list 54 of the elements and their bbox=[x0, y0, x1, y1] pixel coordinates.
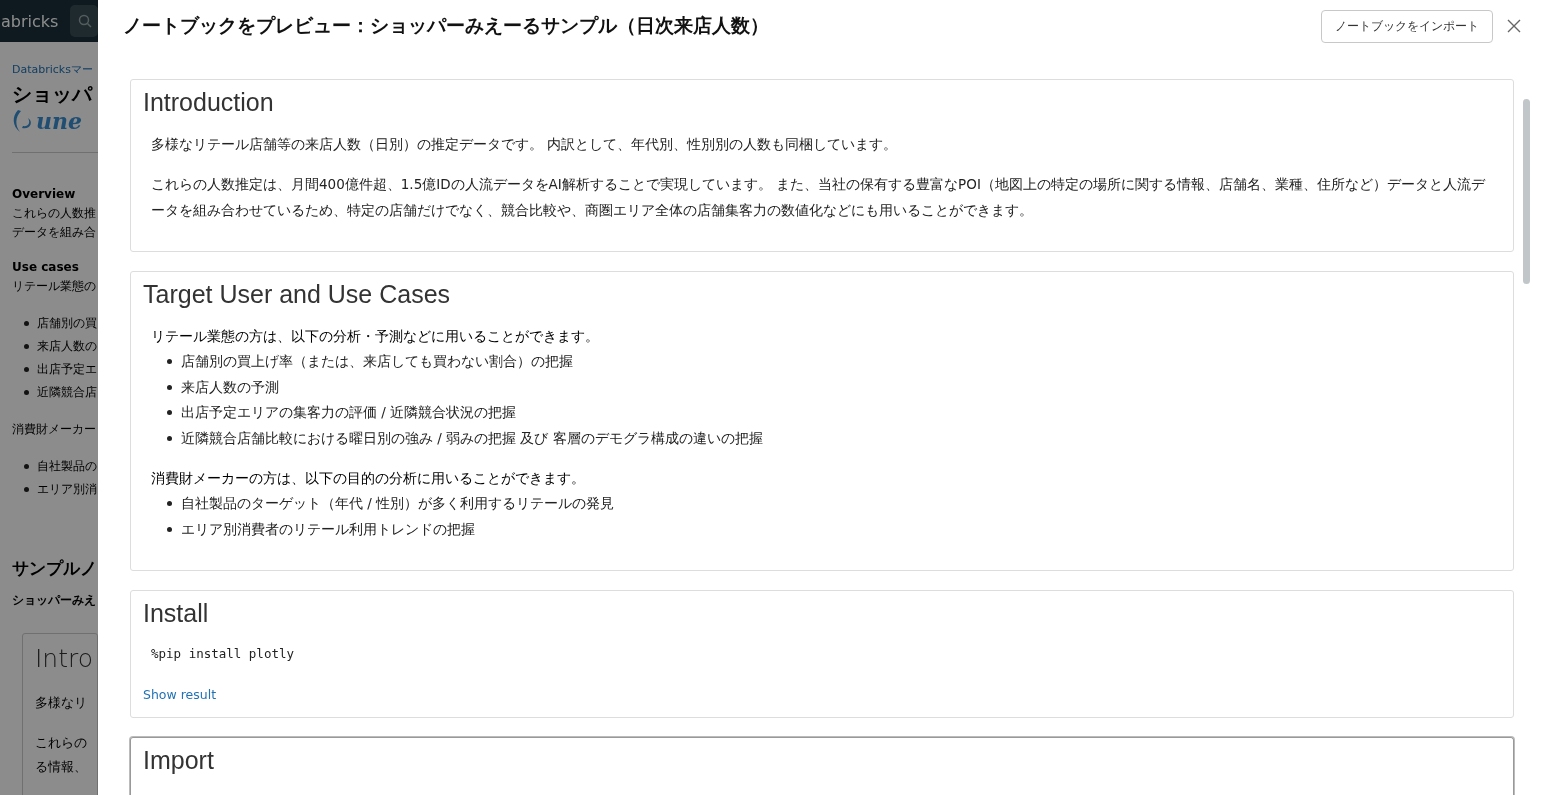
bullet-icon bbox=[167, 359, 172, 365]
list-item: エリア別消 bbox=[37, 481, 97, 498]
search-icon bbox=[78, 14, 93, 28]
bullet-icon bbox=[24, 487, 29, 492]
code-line: %pip install plotly bbox=[151, 646, 295, 661]
bullet-icon bbox=[24, 321, 29, 326]
body-text: データを組み合 bbox=[12, 224, 97, 241]
bullet-icon bbox=[24, 464, 29, 469]
cell-title: Introduction bbox=[143, 88, 275, 117]
cell-title: Install bbox=[143, 599, 210, 628]
bullet-icon bbox=[167, 526, 172, 532]
bullet-icon bbox=[167, 435, 172, 441]
cell-title: Intro bbox=[35, 644, 95, 673]
section-label: Use cases bbox=[12, 259, 80, 276]
paragraph: 多様なリテール店舗等の来店人数（日別）の推定データです。 内訳として、年代別、性別別の人数も同梱しています。 bbox=[151, 135, 899, 154]
search-field[interactable] bbox=[70, 5, 98, 37]
body-text: これらの人数推 bbox=[12, 205, 97, 222]
cell-title: Target User and Use Cases bbox=[143, 280, 452, 309]
list-item: 来店人数の bbox=[37, 338, 97, 355]
import-button[interactable]: ノートブックをインポート bbox=[1321, 9, 1493, 43]
logo-text: une bbox=[36, 108, 82, 134]
body-text: これらの bbox=[35, 734, 88, 752]
body-text: る情報、 bbox=[35, 758, 88, 776]
bullet-icon bbox=[24, 344, 29, 349]
paragraph: リテール業態の方は、以下の分析・予測などに用いることができます。 bbox=[151, 327, 600, 346]
notebook-name: ショッパーみえ bbox=[12, 592, 97, 609]
show-result-link[interactable]: Show result bbox=[143, 687, 217, 702]
paragraph: 消費財メーカーの方は、以下の目的の分析に用いることができます。 bbox=[151, 469, 586, 488]
cell-title: Import bbox=[143, 746, 215, 775]
list-item: 近隣競合店舗比較における曜日別の強み / 弱みの把握 及び 客層のデモグラ構成の違いの把握 bbox=[181, 428, 763, 448]
list-item: 近隣競合店 bbox=[37, 384, 97, 401]
list-item: 店舗別の買 bbox=[37, 315, 97, 332]
bullet-icon bbox=[167, 501, 172, 507]
bullet-icon bbox=[167, 384, 172, 390]
section-label: Overview bbox=[12, 186, 77, 203]
breadcrumb-link[interactable]: Databricksマー bbox=[12, 62, 98, 77]
brand-name: abricks bbox=[1, 11, 59, 31]
body-text: 消費財メーカー bbox=[12, 421, 97, 438]
paragraph: これらの人数推定は、月間400億件超、1.5億IDの人流データをAI解析することで実現しています。 また、当社の保有する豊富なPOI（地図上の特定の場所に関する情報、店舗名、業種、住所など）データと人流データを組み合わせているため、特定の店舗だけでなく、競合比較や、商圏エリア全体の店舗集客力の数値化などにも用いることができます。 bbox=[151, 175, 1485, 220]
body-text: 多様なリ bbox=[35, 694, 88, 712]
list-item: 自社製品の bbox=[37, 458, 97, 475]
bullet-icon bbox=[24, 390, 29, 395]
list-item: 出店予定エリアの集客力の評価 / 近隣競合状況の把握 bbox=[181, 403, 517, 422]
list-item: 店舗別の買上げ率（または、来店しても買わない割合）の把握 bbox=[181, 352, 573, 371]
list-item: エリア別消費者のリテール利用トレンドの把握 bbox=[181, 519, 475, 539]
body-text: リテール業態の bbox=[12, 278, 97, 295]
page-title: ショッパ bbox=[12, 81, 94, 108]
list-item: 出店予定エ bbox=[37, 361, 97, 378]
dialog-title: ノートブックをプレビュー：ショッパーみえーるサンプル（日次来店人数） bbox=[123, 13, 770, 38]
bullet-icon bbox=[167, 410, 172, 416]
list-item: 来店人数の予測 bbox=[181, 377, 279, 397]
section-heading: サンプルノ bbox=[12, 557, 98, 580]
list-item: 自社製品のターゲット（年代 / 性別）が多く利用するリテールの発見 bbox=[181, 494, 615, 513]
bullet-icon bbox=[24, 367, 29, 372]
